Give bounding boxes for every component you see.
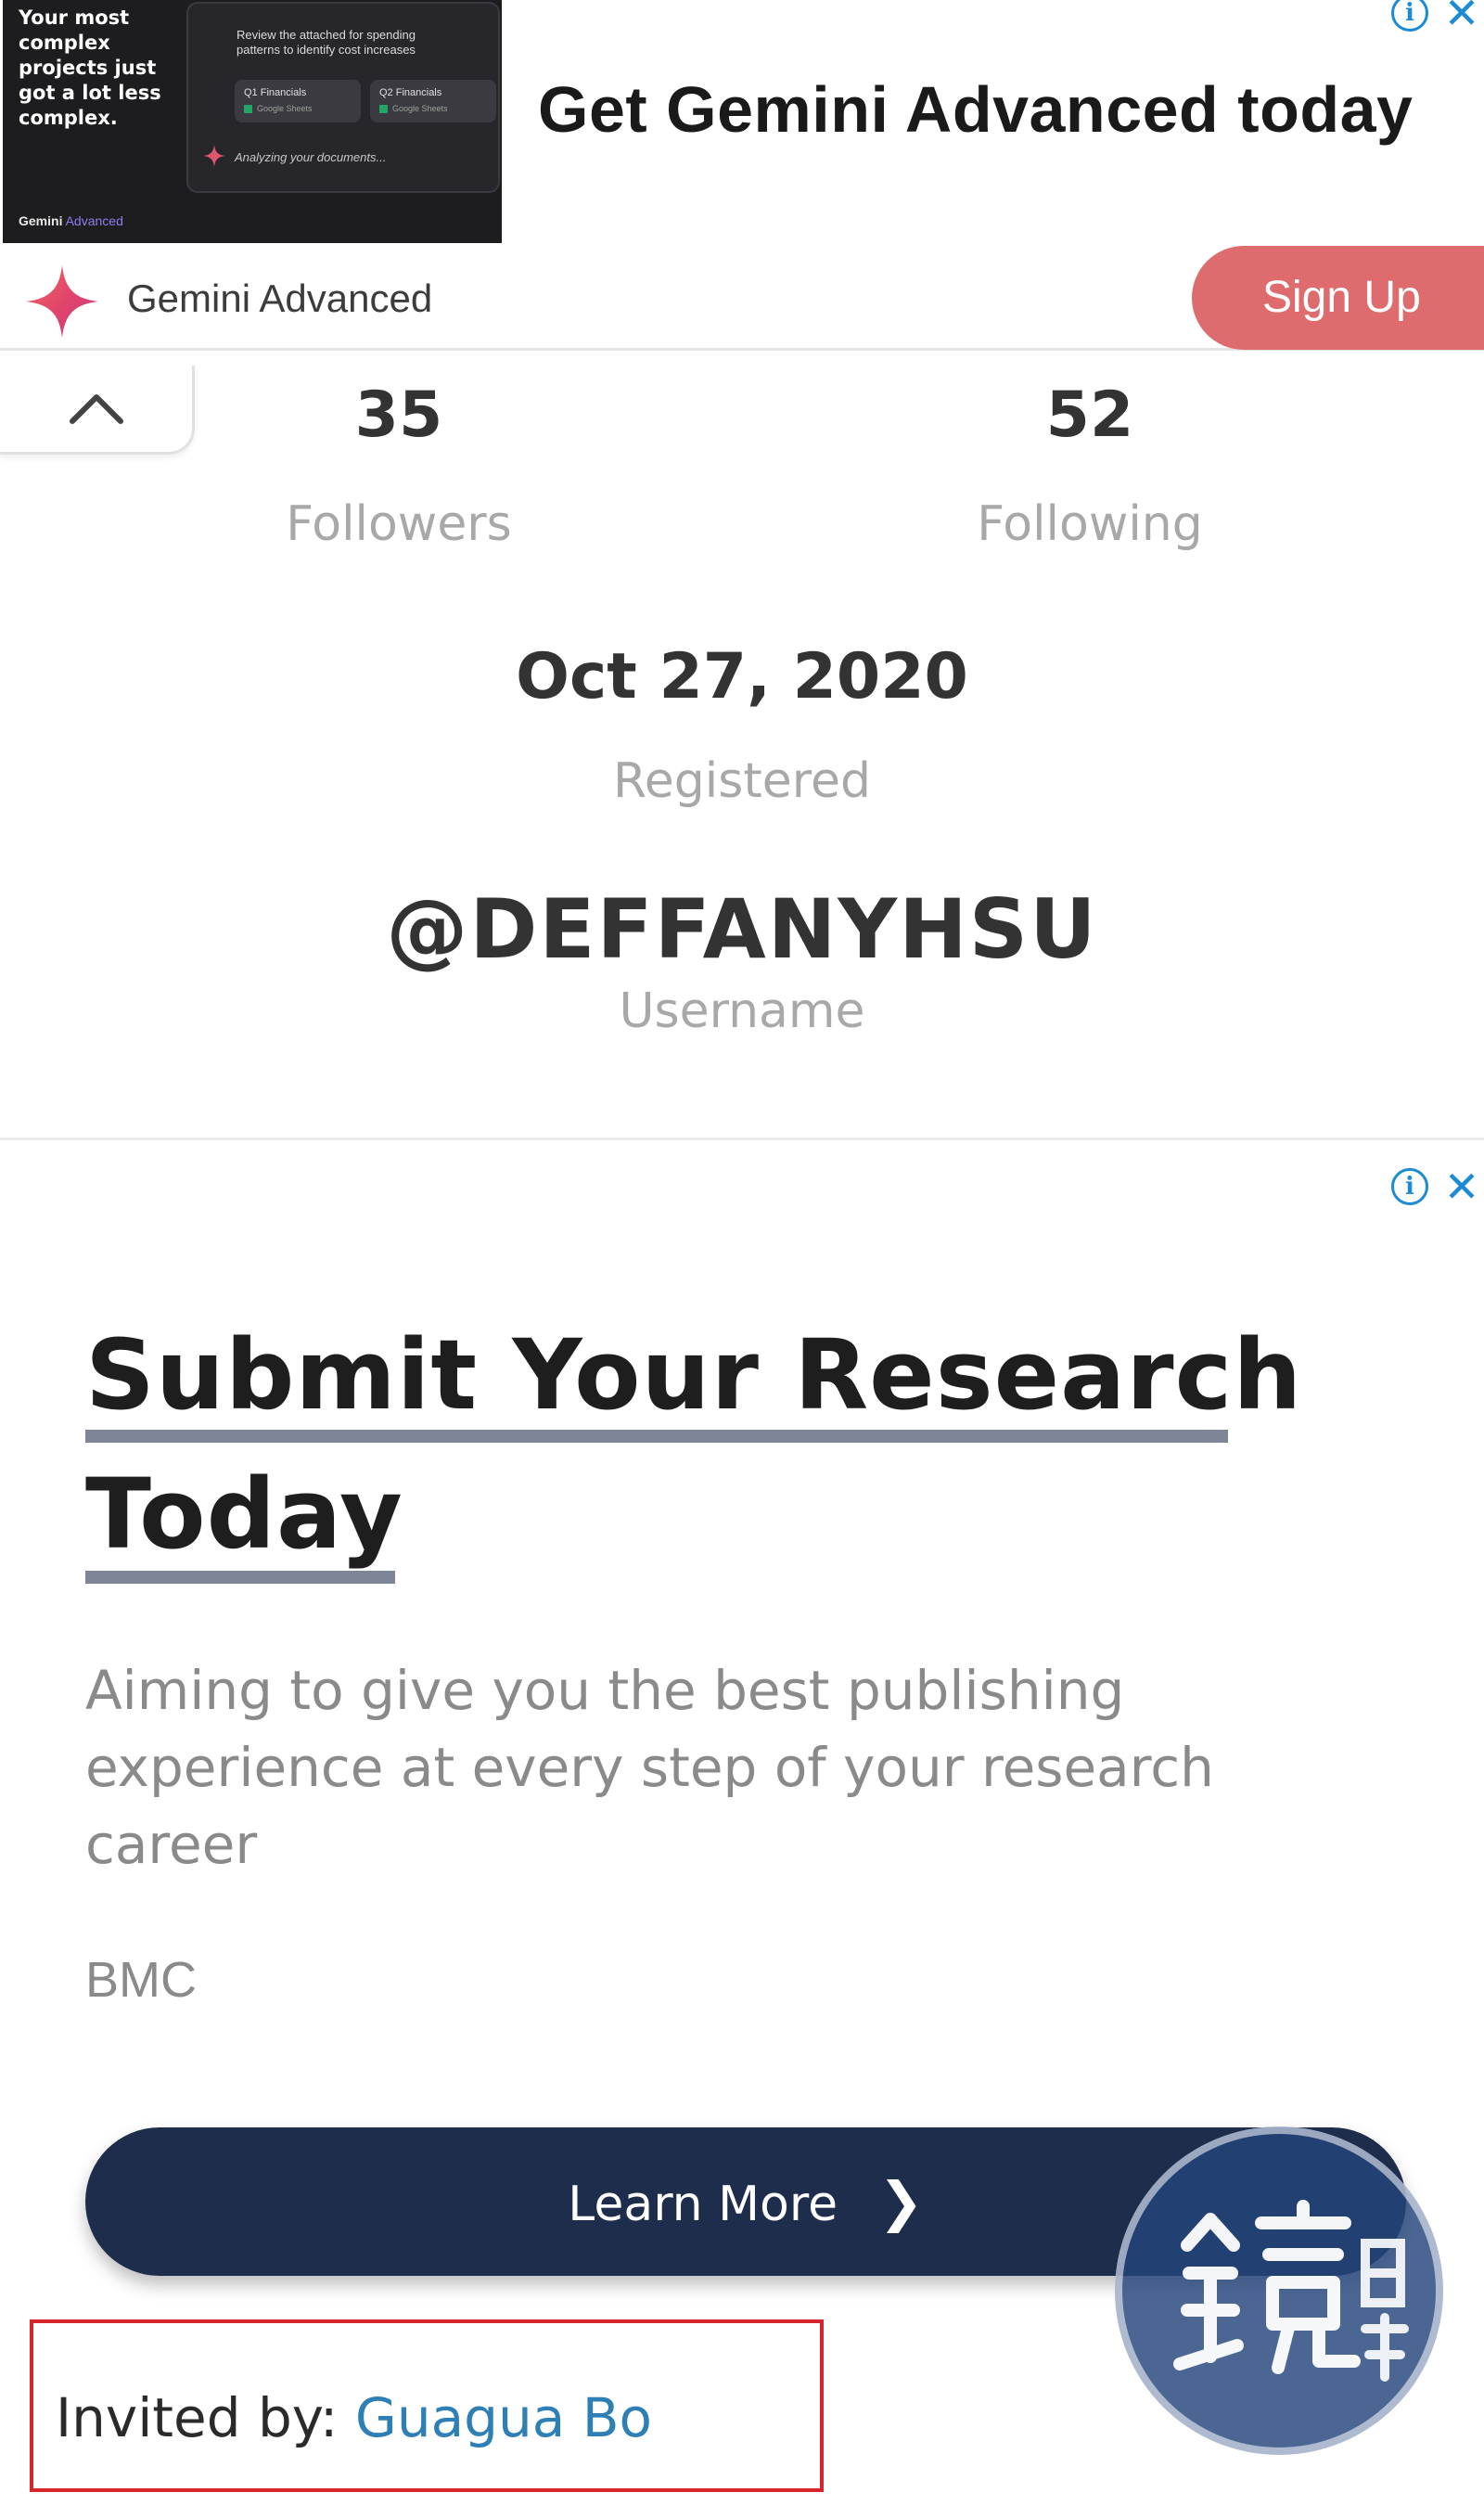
chevron-up-icon — [70, 394, 123, 424]
gemini-ad[interactable]: Your most complex projects just got a lo… — [0, 0, 1484, 351]
registered-label: Registered — [613, 753, 871, 809]
ad-thumbnail-prompt: Review the attached for spending pattern… — [237, 28, 416, 57]
ad-thumbnail-brand: Gemini Advanced — [19, 213, 123, 228]
ad-close-icon[interactable]: ✕ — [1443, 0, 1480, 34]
username: @DEFFANYHSU — [386, 881, 1098, 977]
ad-thumbnail-chat-panel: Review the attached for spending pattern… — [186, 2, 500, 193]
title-underline — [85, 1571, 395, 1584]
registered-date: Oct 27, 2020 — [516, 640, 968, 713]
ad-thumbnail[interactable]: Your most complex projects just got a lo… — [3, 0, 502, 243]
invited-by-label: Invited by: — [56, 2386, 355, 2449]
thumb-brand-suffix: Advanced — [65, 213, 123, 228]
username-label: Username — [619, 983, 865, 1039]
collapse-ad-button[interactable] — [0, 366, 195, 455]
invited-by: Invited by: Guagua Bo — [56, 2386, 652, 2449]
watermark-seal-logo — [1115, 2126, 1443, 2455]
file-card-title: Q2 Financials — [379, 87, 442, 98]
file-card-subtitle: Google Sheets — [379, 104, 448, 113]
file-card-subtitle: Google Sheets — [244, 104, 313, 113]
ad-title-line-2[interactable]: Today — [85, 1458, 403, 1571]
ad-thumbnail-file-card: Q1 Financials Google Sheets — [235, 80, 361, 122]
ad-close-icon[interactable]: ✕ — [1443, 1165, 1480, 1208]
watermark-seal-icon — [1173, 2200, 1409, 2382]
ad-title-line-1[interactable]: Submit Your Research — [85, 1318, 1302, 1432]
ad-info-icon[interactable]: i — [1391, 1168, 1428, 1205]
thumb-brand-name: Gemini — [19, 213, 63, 228]
title-underline — [85, 1430, 1228, 1443]
file-card-title: Q1 Financials — [244, 87, 307, 98]
ad-thumbnail-status: Analyzing your documents... — [235, 150, 387, 164]
ad-thumbnail-file-card: Q2 Financials Google Sheets — [370, 80, 496, 122]
inviter-link[interactable]: Guagua Bo — [355, 2386, 652, 2449]
ad-description: Aiming to give you the best publishing e… — [85, 1659, 1214, 1876]
sign-up-button[interactable]: Sign Up — [1192, 246, 1484, 350]
ad-headline[interactable]: Get Gemini Advanced today — [538, 72, 1413, 147]
gemini-logo-icon — [26, 265, 98, 338]
following-label[interactable]: Following — [904, 496, 1275, 552]
ad-thumbnail-headline: Your most complex projects just got a lo… — [19, 6, 161, 129]
followers-count[interactable]: 35 — [260, 379, 538, 452]
ad-advertiser-name: Gemini Advanced — [127, 276, 433, 320]
followers-label[interactable]: Followers — [213, 496, 584, 552]
following-count[interactable]: 52 — [951, 379, 1229, 452]
ad-advertiser-name: BMC — [85, 1952, 197, 2008]
gemini-spark-icon — [203, 145, 225, 167]
ad-info-icon[interactable]: i — [1391, 0, 1428, 32]
learn-more-label: Learn More — [568, 2177, 838, 2232]
chevron-right-icon: ❯ — [878, 2170, 924, 2233]
